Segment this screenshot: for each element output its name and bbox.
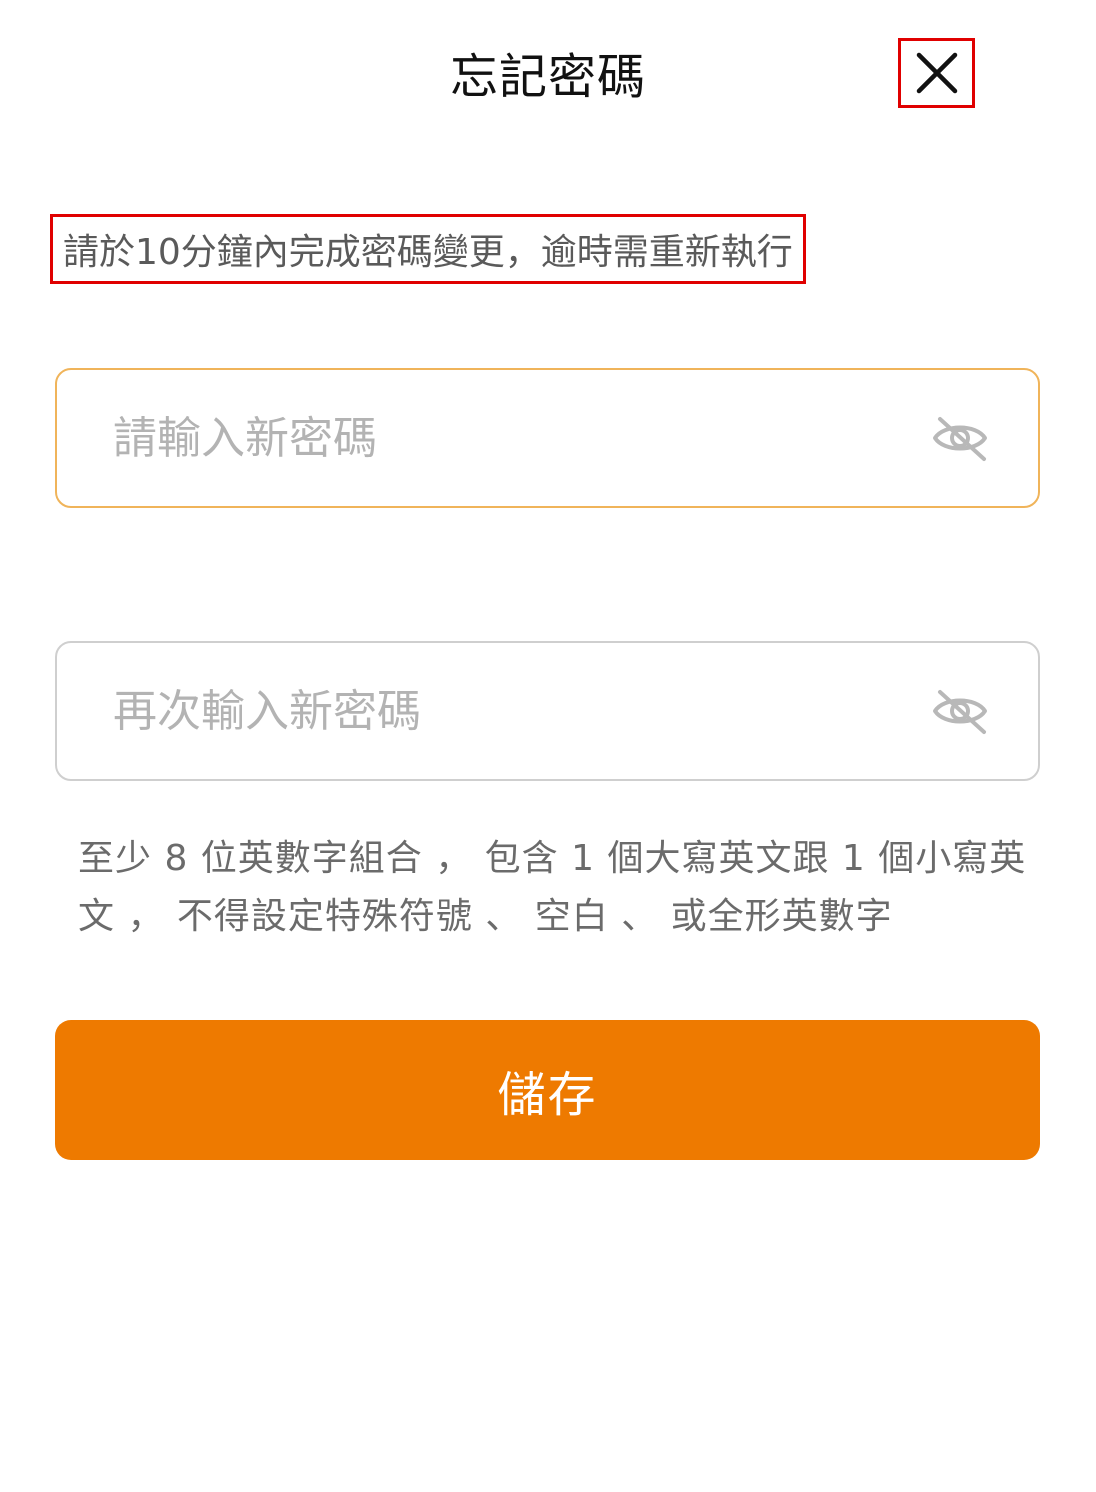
eye-off-icon	[933, 417, 987, 461]
time-limit-notice: 請於10分鐘內完成密碼變更，逾時需重新執行	[50, 214, 806, 284]
new-password-input[interactable]	[57, 370, 928, 506]
password-rule-hint: 至少 8 位英數字組合 ， 包含 1 個大寫英文跟 1 個小寫英文 ， 不得設定…	[78, 838, 1027, 937]
close-button[interactable]	[898, 38, 975, 108]
confirm-password-input[interactable]	[57, 643, 928, 779]
confirm-password-field	[55, 641, 1040, 781]
new-password-field	[55, 368, 1040, 508]
new-password-visibility-toggle[interactable]	[928, 406, 992, 470]
forgot-password-screen: 忘記密碼 請於10分鐘內完成密碼變更，逾時需重新執行 至少 8 位英數字組合 ，…	[0, 0, 1096, 1492]
save-button[interactable]: 儲存	[55, 1020, 1040, 1160]
confirm-password-visibility-toggle[interactable]	[928, 679, 992, 743]
eye-off-icon	[933, 690, 987, 734]
close-icon	[916, 52, 957, 94]
